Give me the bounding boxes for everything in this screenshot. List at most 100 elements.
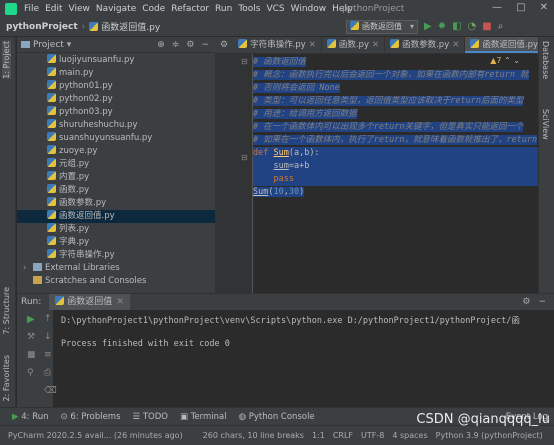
gear-icon[interactable]: ⚙ [215, 37, 233, 53]
terminal-icon: ▣ [179, 411, 188, 422]
menu-tools[interactable]: Tools [235, 4, 263, 14]
collapse-icon[interactable]: ≑ [172, 40, 180, 50]
menu-vcs[interactable]: VCS [263, 4, 287, 14]
structure-tool-tab[interactable]: 7: Structure [2, 287, 11, 335]
menu-navigate[interactable]: Navigate [93, 4, 139, 14]
terminal-tool-tab[interactable]: ▣ Terminal [180, 412, 227, 422]
external-libraries-item[interactable]: › External Libraries [17, 262, 215, 275]
run-icon[interactable]: ▶ [424, 20, 432, 34]
watermark: CSDN @qianqqqq_lu [416, 412, 550, 427]
run-console[interactable]: D:\pythonProject1\pythonProject\venv\Scr… [61, 314, 520, 349]
close-icon[interactable]: ✕ [452, 40, 459, 50]
gear-icon[interactable]: ⚙ [186, 40, 194, 50]
todo-tool-tab[interactable]: ☰ TODO [133, 412, 168, 422]
close-button[interactable]: ✕ [540, 2, 548, 13]
editor-tab[interactable]: 字符串操作.py ✕ [233, 37, 322, 53]
project-file-item[interactable]: 内置.py [17, 171, 215, 184]
project-file-item[interactable]: 字符串操作.py [17, 249, 215, 262]
project-file-item[interactable]: 字典.py [17, 236, 215, 249]
print-icon[interactable]: ⎙ [44, 368, 51, 378]
project-file-item[interactable]: zuoye.py [17, 145, 215, 158]
menu-window[interactable]: Window [288, 4, 330, 14]
inspection-widget[interactable]: ▲7 ⌃ ⌄ [490, 56, 520, 65]
minimize-button[interactable]: — [492, 2, 502, 13]
wrench-icon[interactable]: ⚒ [27, 332, 35, 342]
menu-run[interactable]: Run [212, 4, 235, 14]
project-file-item[interactable]: 元组.py [17, 158, 215, 171]
project-file-item[interactable]: 函数.py [17, 184, 215, 197]
status-position[interactable]: 1:1 [312, 431, 325, 440]
close-icon[interactable]: ✕ [116, 297, 124, 307]
project-file-item[interactable]: luojiyunsuanfu.py [17, 54, 215, 67]
soft-wrap-icon[interactable]: ≡ [44, 350, 52, 360]
project-file-item[interactable]: python01.py [17, 80, 215, 93]
status-interpreter[interactable]: Python 3.9 (pythonProject) [436, 431, 543, 440]
chevron-down-icon[interactable]: ⌄ [513, 56, 520, 65]
code-comment: # 在一个函数体内可以出现多个return关键字，但是真实只能返回一个 [253, 122, 524, 132]
python-file-icon [47, 171, 56, 180]
debug-icon[interactable]: ✹ [438, 20, 446, 34]
code-function-call: Sum [253, 187, 269, 197]
favorites-tool-tab[interactable]: 2: Favorites [2, 355, 11, 401]
code-content[interactable]: # 函数返回值 # 概念：函数执行完以后会返回一个对象，如果在函数内部有retu… [253, 56, 538, 199]
project-file-item[interactable]: python02.py [17, 93, 215, 106]
project-file-label: python02.py [59, 94, 113, 104]
menu-code[interactable]: Code [139, 4, 168, 14]
menu-refactor[interactable]: Refactor [168, 4, 212, 14]
menu-file[interactable]: File [21, 4, 42, 14]
chevron-up-icon[interactable]: ⌃ [504, 56, 511, 65]
status-indent[interactable]: 4 spaces [392, 431, 427, 440]
status-encoding[interactable]: UTF-8 [361, 431, 384, 440]
fold-icon[interactable]: ⊟ [241, 153, 248, 162]
run-configuration-select[interactable]: 函数返回值 ▾ [346, 20, 418, 34]
chevron-right-icon[interactable]: › [23, 262, 33, 275]
locate-icon[interactable]: ⊕ [157, 40, 165, 50]
project-tool-tab[interactable]: 1: Project [2, 41, 11, 79]
python-console-tool-tab[interactable]: ◍ Python Console [239, 412, 315, 422]
fold-icon[interactable]: ⊟ [241, 57, 248, 66]
database-tool-tab[interactable]: Database [541, 41, 550, 79]
menu-view[interactable]: View [66, 4, 93, 14]
search-icon[interactable]: ⌕ [498, 20, 504, 34]
todo-icon: ☰ [132, 411, 141, 422]
run-tool-tab[interactable]: ▶ 4: Run [12, 412, 49, 422]
coverage-icon[interactable]: ◧ [452, 20, 461, 34]
profile-icon[interactable]: ◔ [468, 20, 477, 34]
project-file-item[interactable]: 列表.py [17, 223, 215, 236]
trash-icon[interactable]: ⌫ [44, 386, 57, 396]
status-line-separator[interactable]: CRLF [333, 431, 353, 440]
project-file-item[interactable]: suanshuyunsuanfu.py [17, 132, 215, 145]
stop-icon[interactable]: ■ [27, 350, 36, 360]
editor-tab[interactable]: 函数参数.py ✕ [385, 37, 466, 53]
down-arrow-icon[interactable]: ↓ [44, 332, 52, 342]
editor-tab[interactable]: 函数.py ✕ [322, 37, 386, 53]
chevron-down-icon[interactable]: ▾ [67, 40, 72, 50]
rerun-icon[interactable]: ▶ [27, 314, 35, 325]
project-file-item[interactable]: 函数参数.py [17, 197, 215, 210]
project-file-label: python03.py [59, 107, 113, 117]
run-tab[interactable]: 函数返回值 ✕ [49, 294, 130, 310]
close-icon[interactable]: ✕ [372, 40, 379, 50]
hide-icon[interactable]: − [201, 40, 209, 50]
breadcrumb-file[interactable]: 函数返回值.py [101, 20, 160, 33]
pin-icon[interactable]: ⚲ [27, 368, 34, 378]
gear-icon[interactable]: ⚙ [522, 297, 530, 307]
project-file-item[interactable]: main.py [17, 67, 215, 80]
project-panel-title[interactable]: Project [33, 40, 64, 50]
project-file-item[interactable]: 函数返回值.py [17, 210, 215, 223]
breadcrumb-project[interactable]: pythonProject [6, 22, 78, 32]
menu-edit[interactable]: Edit [42, 4, 65, 14]
up-arrow-icon[interactable]: ↑ [44, 314, 52, 324]
code-editor[interactable]: ⊟ ⊟ # 函数返回值 # 概念：函数执行完以后会返回一个对象，如果在函数内部有… [215, 54, 538, 293]
project-file-item[interactable]: python03.py [17, 106, 215, 119]
maximize-button[interactable]: □ [516, 2, 525, 13]
status-message[interactable]: PyCharm 2020.2.5 avail... (26 minutes ag… [8, 431, 183, 440]
stop-icon[interactable]: ■ [482, 20, 491, 34]
scratches-item[interactable]: Scratches and Consoles [17, 275, 215, 288]
close-icon[interactable]: ✕ [309, 40, 316, 50]
hide-icon[interactable]: − [538, 297, 546, 307]
editor-tab-active[interactable]: 函数返回值.py✕ [465, 37, 538, 53]
project-file-item[interactable]: shuruheshuchu.py [17, 119, 215, 132]
problems-tool-tab[interactable]: ⊙ 6: Problems [61, 412, 121, 422]
sciview-tool-tab[interactable]: SciView [541, 109, 550, 140]
